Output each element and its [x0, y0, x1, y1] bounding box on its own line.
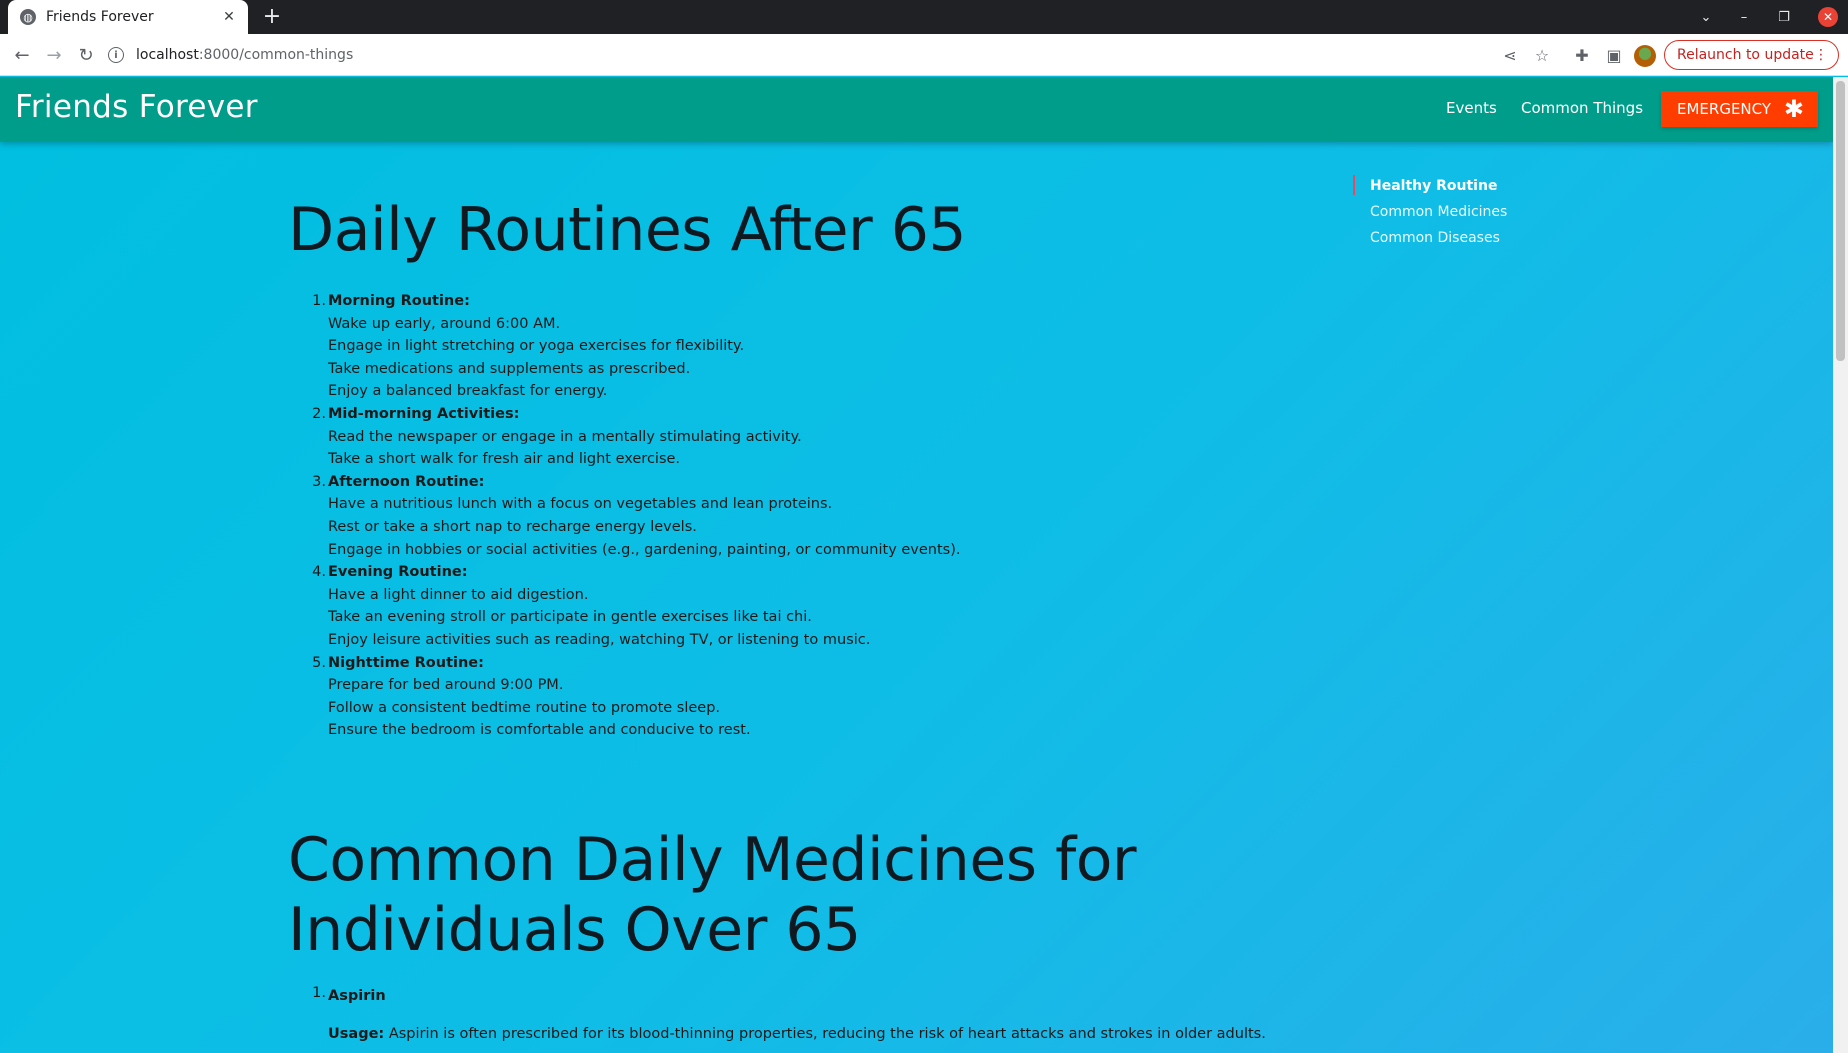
toc-item-common-diseases[interactable]: Common Diseases — [1353, 225, 1507, 251]
browser-toolbar: ← → ↻ i localhost:8000/common-things ⋖ ☆… — [0, 34, 1848, 76]
toc-item-common-medicines[interactable]: Common Medicines — [1353, 199, 1507, 225]
site-brand[interactable]: Friends Forever — [15, 89, 258, 125]
routine-item-line: Have a nutritious lunch with a focus on … — [328, 496, 833, 513]
routines-heading: Daily Routines After 65 — [288, 195, 967, 265]
browser-tab-strip: ◍ Friends Forever ✕ + ⌄ – ❐ ✕ — [0, 0, 1848, 34]
medicine-name: Aspirin — [328, 988, 386, 1004]
globe-icon: ◍ — [20, 9, 36, 25]
page-scrollbar[interactable] — [1833, 77, 1848, 1053]
routine-item-line: Take an evening stroll or participate in… — [328, 609, 812, 626]
restore-window-icon[interactable]: ❐ — [1768, 0, 1800, 34]
tab-search-chevron-icon[interactable]: ⌄ — [1690, 0, 1722, 34]
routine-item-line: Engage in light stretching or yoga exerc… — [328, 338, 745, 355]
routine-item-number: 2. — [312, 406, 326, 422]
emergency-button[interactable]: EMERGENCY ✱ — [1661, 91, 1818, 127]
side-panel-icon[interactable]: ▣ — [1600, 41, 1628, 69]
browser-tab[interactable]: ◍ Friends Forever ✕ — [8, 0, 248, 34]
nav-link-events[interactable]: Events — [1446, 99, 1497, 117]
routine-item: 3. Afternoon Routine: Have a nutritious lu… — [312, 471, 961, 561]
address-bar[interactable]: i localhost:8000/common-things — [108, 39, 1488, 71]
routine-item-heading: Afternoon Routine: — [328, 473, 485, 490]
medicine-item: 1. Aspirin Usage: Aspirin is often prescri… — [312, 985, 1328, 1045]
site-info-icon[interactable]: i — [108, 47, 124, 63]
routine-item-heading: Morning Routine: — [328, 293, 470, 309]
url-host: localhost — [136, 47, 199, 63]
routine-item-number: 4. — [312, 564, 326, 581]
routine-item-number: 3. — [312, 473, 326, 490]
toc-item-healthy-routine[interactable]: Healthy Routine — [1353, 173, 1507, 199]
medicine-item-number: 1. — [312, 985, 326, 1001]
close-window-icon[interactable]: ✕ — [1818, 7, 1838, 27]
medicines-heading: Common Daily Medicines for Individuals O… — [288, 825, 1137, 965]
medicine-list: 1. Aspirin Usage: Aspirin is often prescri… — [312, 985, 1328, 1045]
extensions-puzzle-icon[interactable]: ✚ — [1568, 41, 1596, 69]
site-navbar: Friends Forever Events Common Things EME… — [0, 77, 1833, 142]
routine-item-line: Wake up early, around 6:00 AM. — [328, 315, 561, 332]
minimize-window-icon[interactable]: – — [1728, 0, 1760, 34]
routine-item-number: 1. — [312, 293, 326, 309]
routine-item-line: Ensure the bedroom is comfortable and co… — [328, 722, 751, 739]
forward-arrow-icon[interactable]: → — [40, 41, 68, 69]
routine-item: 2. Mid-morning Activities: Read the newspa… — [312, 403, 802, 471]
relaunch-label: Relaunch to update — [1677, 47, 1814, 63]
routine-item-line: Have a light dinner to aid digestion. — [328, 586, 589, 603]
medicine-usage-text: Aspirin is often prescribed for its bloo… — [388, 1026, 1266, 1042]
tab-title: Friends Forever — [46, 9, 154, 25]
routine-item-heading: Mid-morning Activities: — [328, 406, 520, 422]
relaunch-to-update-button[interactable]: Relaunch to update ⋮ — [1664, 40, 1839, 70]
reload-icon[interactable]: ↻ — [72, 41, 100, 69]
medicine-usage: Usage: Aspirin is often prescribed for i… — [328, 1023, 1328, 1045]
url-text[interactable]: localhost:8000/common-things — [136, 47, 353, 63]
scrollbar-thumb[interactable] — [1836, 81, 1845, 361]
table-of-contents: Healthy Routine Common Medicines Common … — [1353, 173, 1507, 251]
profile-avatar[interactable] — [1634, 45, 1656, 67]
url-path: :8000/common-things — [198, 47, 354, 63]
emergency-label: EMERGENCY — [1677, 100, 1772, 118]
routine-item-line: Enjoy a balanced breakfast for energy. — [328, 383, 608, 400]
routine-item-line: Enjoy leisure activities such as reading… — [328, 631, 871, 648]
routine-item: 1. Morning Routine: Wake up early, around … — [312, 290, 745, 403]
more-menu-icon[interactable]: ⋮ — [1814, 47, 1828, 63]
routine-item-line: Engage in hobbies or social activities (… — [328, 541, 961, 558]
share-icon[interactable]: ⋖ — [1496, 41, 1524, 69]
bookmark-star-icon[interactable]: ☆ — [1528, 41, 1556, 69]
routine-item-line: Follow a consistent bedtime routine to p… — [328, 699, 721, 716]
asterisk-icon: ✱ — [1783, 95, 1804, 123]
routine-item-heading: Evening Routine: — [328, 564, 468, 581]
medicine-usage-label: Usage: — [328, 1026, 385, 1042]
routine-item: 5. Nighttime Routine: Prepare for bed arou… — [312, 652, 751, 742]
nav-link-common-things[interactable]: Common Things — [1521, 99, 1643, 117]
routine-item-line: Prepare for bed around 9:00 PM. — [328, 677, 564, 694]
new-tab-button[interactable]: + — [258, 3, 286, 31]
routine-item-line: Rest or take a short nap to recharge ene… — [328, 518, 697, 535]
routine-item-heading: Nighttime Routine: — [328, 654, 484, 671]
routine-item-line: Take a short walk for fresh air and ligh… — [328, 451, 681, 468]
routine-item-line: Take medications and supplements as pres… — [328, 360, 691, 377]
routine-item-number: 5. — [312, 654, 326, 671]
page-viewport: Friends Forever Events Common Things EME… — [0, 77, 1833, 1053]
routine-item-line: Read the newspaper or engage in a mental… — [328, 428, 802, 445]
back-arrow-icon[interactable]: ← — [8, 41, 36, 69]
routine-item: 4. Evening Routine: Have a light dinner to… — [312, 561, 871, 651]
close-tab-icon[interactable]: ✕ — [220, 9, 238, 25]
